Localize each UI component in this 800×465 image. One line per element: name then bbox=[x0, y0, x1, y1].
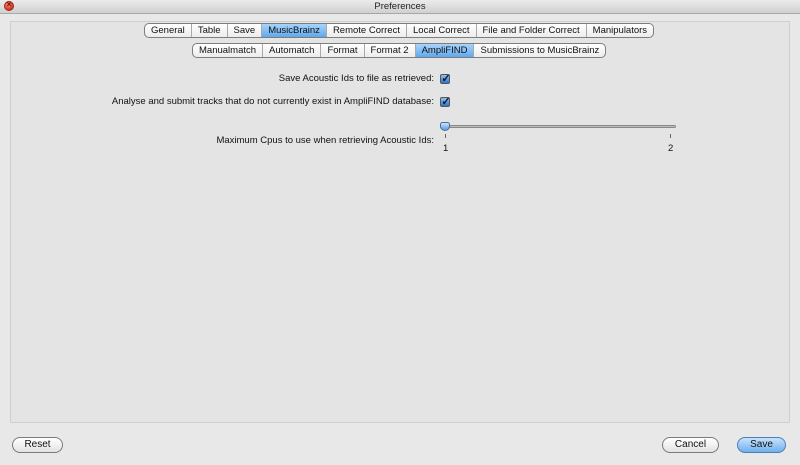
slider-max-label: 2 bbox=[668, 143, 674, 154]
window-title: Preferences bbox=[374, 1, 426, 12]
max-cpus-label: Maximum Cpus to use when retrieving Acou… bbox=[216, 135, 434, 146]
subtab-automatch[interactable]: Automatch bbox=[263, 44, 322, 57]
subtab-format[interactable]: Format bbox=[321, 44, 365, 57]
sub-tab-bar: Manualmatch Automatch Format Format 2 Am… bbox=[192, 43, 607, 58]
slider-tick-max bbox=[670, 134, 671, 138]
tab-musicbrainz[interactable]: MusicBrainz bbox=[262, 24, 327, 37]
subtab-format-2[interactable]: Format 2 bbox=[365, 44, 416, 57]
cancel-button[interactable]: Cancel bbox=[662, 437, 719, 453]
tab-file-and-folder-correct[interactable]: File and Folder Correct bbox=[477, 24, 587, 37]
top-tab-bar: General Table Save MusicBrainz Remote Co… bbox=[144, 23, 655, 38]
title-bar: × Preferences bbox=[0, 0, 800, 14]
tab-save[interactable]: Save bbox=[228, 24, 263, 37]
save-button[interactable]: Save bbox=[737, 437, 786, 453]
tab-table[interactable]: Table bbox=[192, 24, 228, 37]
tab-local-correct[interactable]: Local Correct bbox=[407, 24, 477, 37]
subtab-submissions[interactable]: Submissions to MusicBrainz bbox=[474, 44, 605, 57]
analyse-checkbox[interactable]: ✓ bbox=[440, 96, 451, 108]
slider-min-label: 1 bbox=[443, 143, 449, 154]
save-ids-checkbox[interactable]: ✓ bbox=[440, 73, 451, 85]
tab-general[interactable]: General bbox=[145, 24, 192, 37]
reset-button[interactable]: Reset bbox=[12, 437, 63, 453]
subtab-amplifind[interactable]: AmpliFIND bbox=[415, 44, 475, 57]
save-ids-label: Save Acoustic Ids to file as retrieved: bbox=[278, 73, 434, 84]
check-icon: ✓ bbox=[441, 73, 451, 85]
tab-remote-correct[interactable]: Remote Correct bbox=[327, 24, 407, 37]
check-icon: ✓ bbox=[441, 96, 451, 108]
slider-tick-min bbox=[445, 134, 446, 138]
subtab-manualmatch[interactable]: Manualmatch bbox=[193, 44, 264, 57]
analyse-label: Analyse and submit tracks that do not cu… bbox=[111, 96, 434, 107]
max-cpus-slider[interactable] bbox=[440, 125, 676, 128]
tab-manipulators[interactable]: Manipulators bbox=[587, 24, 653, 37]
